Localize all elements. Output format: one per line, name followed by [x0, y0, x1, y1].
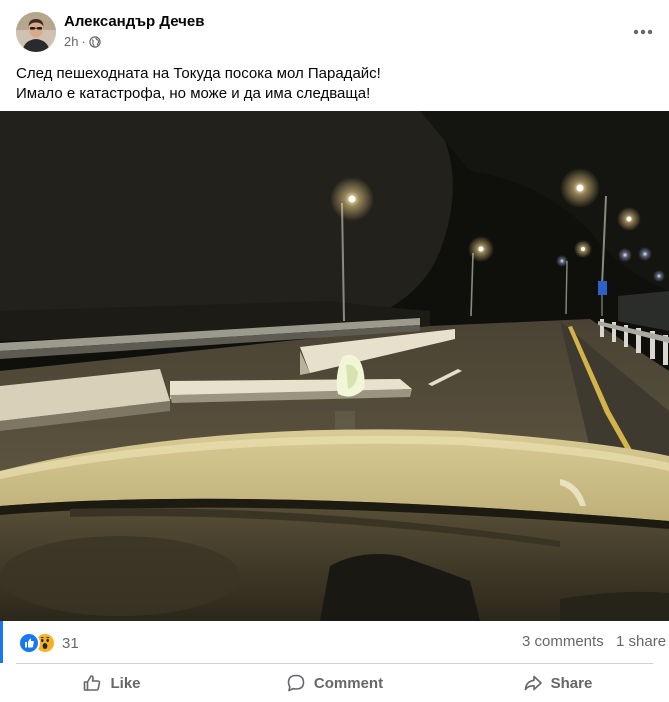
share-button[interactable]: Share [446, 664, 669, 702]
reaction-count: 31 [62, 634, 79, 652]
reactions-stats-bar: 31 3 comments 1 share [0, 621, 669, 663]
post-text: След пешеходната на Токуда посока мол Па… [16, 64, 656, 104]
like-reaction-icon [18, 632, 40, 654]
post-text-line: Имало е катастрофа, но може и да има сле… [16, 85, 371, 102]
post-actions-bar: Like Comment Share [0, 664, 669, 702]
comment-icon [287, 674, 305, 692]
thumbs-up-icon [84, 675, 101, 691]
post-photo[interactable] [0, 111, 669, 621]
author-name[interactable]: Александър Дечев [64, 13, 204, 30]
reactions-summary[interactable]: 31 [18, 632, 79, 654]
post-header: Александър Дечев 2h · [0, 0, 669, 58]
shares-count-link[interactable]: 1 share [616, 633, 666, 650]
author-avatar[interactable] [16, 12, 56, 52]
night-road-photo [0, 111, 669, 621]
post-text-line: След пешеходната на Токуда посока мол Па… [16, 65, 381, 82]
avatar-image [16, 12, 56, 52]
comment-label: Comment [313, 674, 384, 692]
more-options-icon [633, 29, 653, 35]
like-label: Like [110, 674, 141, 692]
like-button[interactable]: Like [0, 664, 223, 702]
comments-count-link[interactable]: 3 comments [522, 633, 604, 650]
comment-button[interactable]: Comment [223, 664, 446, 702]
share-label: Share [550, 674, 593, 692]
post-meta: 2h · [64, 34, 101, 49]
globe-icon[interactable] [89, 35, 101, 48]
more-options-button[interactable] [625, 14, 661, 50]
share-icon [524, 675, 542, 691]
post-time[interactable]: 2h [64, 34, 78, 49]
meta-separator: · [81, 34, 86, 49]
